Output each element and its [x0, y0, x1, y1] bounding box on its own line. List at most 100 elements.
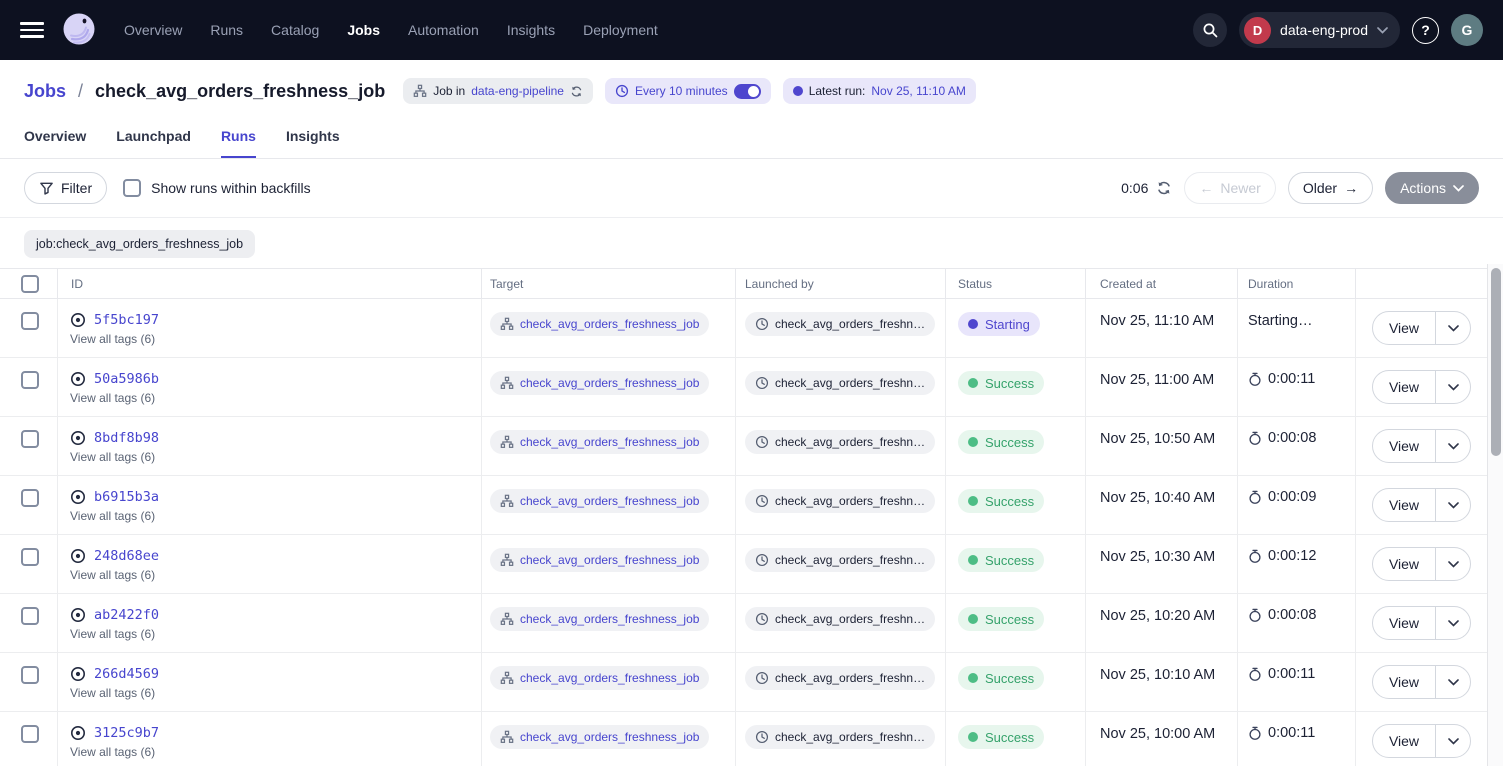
view-run-dropdown-button[interactable]: [1436, 312, 1470, 344]
target-chip[interactable]: check_avg_orders_freshness_job: [490, 430, 709, 454]
nav-item-runs[interactable]: Runs: [210, 22, 243, 38]
target-chip[interactable]: check_avg_orders_freshness_job: [490, 489, 709, 513]
launched-by-chip[interactable]: check_avg_orders_freshn…: [745, 548, 935, 572]
target-chip[interactable]: check_avg_orders_freshness_job: [490, 725, 709, 749]
view-all-tags-link[interactable]: View all tags (6): [70, 568, 155, 582]
view-run-dropdown-button[interactable]: [1436, 430, 1470, 462]
target-chip[interactable]: check_avg_orders_freshness_job: [490, 371, 709, 395]
launched-by-chip[interactable]: check_avg_orders_freshn…: [745, 371, 935, 395]
target-chip[interactable]: check_avg_orders_freshness_job: [490, 312, 709, 336]
nav-item-insights[interactable]: Insights: [507, 22, 555, 38]
nav-item-jobs[interactable]: Jobs: [347, 22, 380, 38]
launched-by-chip[interactable]: check_avg_orders_freshn…: [745, 489, 935, 513]
row-checkbox[interactable]: [21, 371, 39, 389]
launched-by-label: check_avg_orders_freshn…: [775, 317, 925, 331]
view-run-button[interactable]: View: [1373, 725, 1436, 757]
run-id-link[interactable]: 50a5986b: [94, 371, 159, 387]
schedule-clock-icon: [615, 84, 629, 98]
row-checkbox[interactable]: [21, 430, 39, 448]
nav-item-deployment[interactable]: Deployment: [583, 22, 658, 38]
schedule-toggle[interactable]: [734, 84, 761, 99]
view-run-dropdown-button[interactable]: [1436, 666, 1470, 698]
nav-item-catalog[interactable]: Catalog: [271, 22, 319, 38]
workspace-switcher[interactable]: D data-eng-prod: [1239, 12, 1400, 48]
show-backfills-checkbox[interactable]: [123, 179, 141, 197]
row-checkbox[interactable]: [21, 607, 39, 625]
reload-icon[interactable]: [570, 85, 583, 98]
view-run-button[interactable]: View: [1373, 371, 1436, 403]
newer-button[interactable]: ← Newer: [1184, 172, 1275, 204]
view-run-dropdown-button[interactable]: [1436, 725, 1470, 757]
launched-by-label: check_avg_orders_freshn…: [775, 435, 925, 449]
view-all-tags-link[interactable]: View all tags (6): [70, 391, 155, 405]
target-chip[interactable]: check_avg_orders_freshness_job: [490, 548, 709, 572]
tab-insights[interactable]: Insights: [286, 120, 340, 158]
view-run-button[interactable]: View: [1373, 312, 1436, 344]
select-all-checkbox[interactable]: [21, 275, 39, 293]
run-id-link[interactable]: ab2422f0: [94, 607, 159, 623]
view-run-button[interactable]: View: [1373, 666, 1436, 698]
older-button[interactable]: Older →: [1288, 172, 1373, 204]
workspace-avatar: D: [1244, 17, 1271, 44]
launched-by-chip[interactable]: check_avg_orders_freshn…: [745, 725, 935, 749]
chevron-down-icon: [1377, 27, 1388, 34]
target-label: check_avg_orders_freshness_job: [520, 317, 699, 331]
dagster-logo-icon[interactable]: [60, 11, 98, 49]
latest-run-link[interactable]: Nov 25, 11:10 AM: [871, 84, 966, 98]
tab-overview[interactable]: Overview: [24, 120, 86, 158]
row-checkbox[interactable]: [21, 312, 39, 330]
run-id-link[interactable]: 5f5bc197: [94, 312, 159, 328]
row-checkbox[interactable]: [21, 489, 39, 507]
actions-button[interactable]: Actions: [1385, 172, 1479, 204]
run-id-link[interactable]: 3125c9b7: [94, 725, 159, 741]
view-run-button[interactable]: View: [1373, 489, 1436, 521]
job-filter-tag[interactable]: job:check_avg_orders_freshness_job: [24, 230, 255, 258]
created-at-value: Nov 25, 11:00 AM: [1100, 372, 1214, 388]
tab-runs[interactable]: Runs: [221, 120, 256, 158]
run-id-link[interactable]: b6915b3a: [94, 489, 159, 505]
target-chip[interactable]: check_avg_orders_freshness_job: [490, 666, 709, 690]
view-all-tags-link[interactable]: View all tags (6): [70, 332, 155, 346]
view-run-dropdown-button[interactable]: [1436, 607, 1470, 639]
menu-icon[interactable]: [20, 22, 44, 38]
launched-by-chip[interactable]: check_avg_orders_freshn…: [745, 312, 935, 336]
nav-item-overview[interactable]: Overview: [124, 22, 182, 38]
row-checkbox[interactable]: [21, 666, 39, 684]
launched-by-chip[interactable]: check_avg_orders_freshn…: [745, 607, 935, 631]
view-run-button[interactable]: View: [1373, 607, 1436, 639]
launched-by-chip[interactable]: check_avg_orders_freshn…: [745, 430, 935, 454]
chevron-down-icon: [1448, 502, 1459, 509]
view-all-tags-link[interactable]: View all tags (6): [70, 627, 155, 641]
row-checkbox[interactable]: [21, 725, 39, 743]
launched-by-chip[interactable]: check_avg_orders_freshn…: [745, 666, 935, 690]
nav-item-automation[interactable]: Automation: [408, 22, 479, 38]
view-run-button[interactable]: View: [1373, 430, 1436, 462]
breadcrumb-jobs-link[interactable]: Jobs: [24, 81, 66, 102]
run-id-link[interactable]: 248d68ee: [94, 548, 159, 564]
refresh-icon[interactable]: [1156, 180, 1172, 196]
table-scrollbar-thumb[interactable]: [1491, 268, 1501, 456]
view-all-tags-link[interactable]: View all tags (6): [70, 450, 155, 464]
view-run-dropdown-button[interactable]: [1436, 489, 1470, 521]
tab-launchpad[interactable]: Launchpad: [116, 120, 191, 158]
view-run-button[interactable]: View: [1373, 548, 1436, 580]
run-id-link[interactable]: 8bdf8b98: [94, 430, 159, 446]
view-all-tags-link[interactable]: View all tags (6): [70, 686, 155, 700]
view-all-tags-link[interactable]: View all tags (6): [70, 745, 155, 759]
code-location-link[interactable]: data-eng-pipeline: [471, 84, 564, 98]
view-all-tags-link[interactable]: View all tags (6): [70, 509, 155, 523]
filter-button[interactable]: Filter: [24, 172, 107, 204]
view-run-dropdown-button[interactable]: [1436, 548, 1470, 580]
row-checkbox[interactable]: [21, 548, 39, 566]
table-scrollbar-track[interactable]: [1487, 264, 1503, 766]
view-run-dropdown-button[interactable]: [1436, 371, 1470, 403]
chevron-down-icon: [1448, 384, 1459, 391]
target-chip[interactable]: check_avg_orders_freshness_job: [490, 607, 709, 631]
status-label: Success: [985, 435, 1034, 450]
run-id-link[interactable]: 266d4569: [94, 666, 159, 682]
user-avatar[interactable]: G: [1451, 14, 1483, 46]
help-button[interactable]: ?: [1412, 17, 1439, 44]
search-icon: [1202, 22, 1219, 39]
search-button[interactable]: [1193, 13, 1227, 47]
column-header-target: Target: [482, 269, 736, 298]
